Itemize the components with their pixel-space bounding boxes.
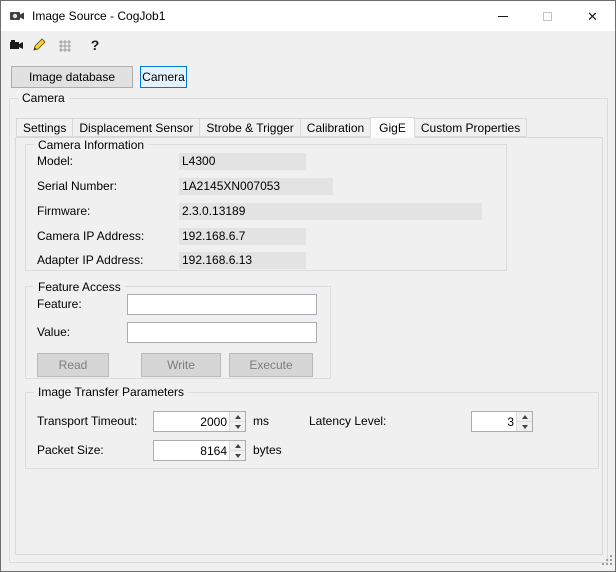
latency-level-down-button[interactable] [517, 421, 532, 431]
tab-gige[interactable]: GigE [370, 117, 415, 138]
minimize-icon [497, 15, 508, 17]
tab-strip: Settings Displacement Sensor Strobe & Tr… [16, 117, 528, 138]
transport-timeout-spinner [153, 411, 246, 432]
arrow-up-icon [521, 414, 528, 419]
latency-level-label: Latency Level: [309, 414, 387, 428]
model-label: Model: [37, 154, 74, 168]
camera-groupbox-label: Camera [18, 91, 69, 105]
resize-grip[interactable] [600, 553, 613, 569]
arrow-up-icon [234, 414, 241, 419]
image-transfer-label: Image Transfer Parameters [34, 385, 189, 399]
transport-timeout-arrows [229, 412, 245, 431]
toolbar-edit-button[interactable] [29, 35, 49, 55]
execute-button[interactable]: Execute [229, 353, 313, 377]
titlebar: Image Source - CogJob1 ✕ [1, 1, 615, 31]
feature-label: Feature: [37, 297, 82, 311]
tab-custom-properties[interactable]: Custom Properties [413, 118, 528, 137]
latency-level-spinner [471, 411, 533, 432]
camera-ip-value: 192.168.6.7 [179, 228, 306, 245]
tab-strobe-trigger[interactable]: Strobe & Trigger [199, 118, 301, 137]
arrow-down-icon [234, 453, 241, 458]
read-button[interactable]: Read [37, 353, 109, 377]
tab-displacement-sensor[interactable]: Displacement Sensor [72, 118, 201, 137]
packet-size-input[interactable] [154, 441, 229, 460]
transport-timeout-unit: ms [253, 414, 269, 428]
transport-timeout-input[interactable] [154, 412, 229, 431]
packet-size-label: Packet Size: [37, 443, 104, 457]
edit-pencil-icon [33, 38, 46, 51]
app-icon [9, 8, 25, 24]
packet-size-down-button[interactable] [230, 450, 245, 460]
packet-size-up-button[interactable] [230, 441, 245, 450]
value-input[interactable] [127, 322, 317, 343]
adapter-ip-label: Adapter IP Address: [37, 253, 144, 267]
model-value: L4300 [179, 153, 306, 170]
packet-size-spinner [153, 440, 246, 461]
value-label: Value: [37, 325, 71, 339]
window-controls: ✕ [480, 1, 615, 31]
help-icon: ? [90, 37, 100, 53]
calibration-grid-icon [59, 40, 71, 52]
serial-number-label: Serial Number: [37, 179, 118, 193]
image-source-window: Image Source - CogJob1 ✕ ? Image databas… [0, 0, 616, 572]
latency-level-arrows [516, 412, 532, 431]
image-database-button[interactable]: Image database [11, 66, 133, 88]
transport-timeout-up-button[interactable] [230, 412, 245, 421]
feature-access-label: Feature Access [34, 280, 125, 294]
toolbar-help-button[interactable]: ? [85, 35, 105, 55]
serial-number-value: 1A2145XN007053 [179, 178, 333, 195]
adapter-ip-value: 192.168.6.13 [179, 252, 306, 269]
tab-settings[interactable]: Settings [16, 118, 74, 137]
latency-level-input[interactable] [472, 412, 516, 431]
firmware-label: Firmware: [37, 204, 91, 218]
window-title: Image Source - CogJob1 [32, 9, 166, 23]
write-button[interactable]: Write [141, 353, 221, 377]
arrow-down-icon [521, 424, 528, 429]
tab-calibration[interactable]: Calibration [299, 118, 372, 137]
maximize-icon [543, 11, 552, 21]
feature-input[interactable] [127, 294, 317, 315]
toolbar: ? [1, 32, 615, 58]
arrow-up-icon [234, 443, 241, 448]
camera-ip-label: Camera IP Address: [37, 229, 145, 243]
camera-button[interactable]: Camera [140, 66, 187, 88]
firmware-value: 2.3.0.13189 [179, 203, 482, 220]
close-icon: ✕ [587, 8, 598, 24]
camera-app-icon [10, 12, 24, 20]
close-button[interactable]: ✕ [570, 1, 615, 31]
packet-size-unit: bytes [253, 443, 282, 457]
camera-information-label: Camera Information [34, 138, 149, 152]
maximize-button [525, 1, 570, 31]
transport-timeout-down-button[interactable] [230, 421, 245, 431]
packet-size-arrows [229, 441, 245, 460]
resize-grip-icon [602, 555, 612, 565]
camera-icon [10, 40, 23, 49]
toolbar-camera-button[interactable] [7, 35, 27, 55]
minimize-button[interactable] [480, 1, 525, 31]
latency-level-up-button[interactable] [517, 412, 532, 421]
transport-timeout-label: Transport Timeout: [37, 414, 138, 428]
arrow-down-icon [234, 424, 241, 429]
toolbar-grid-button [55, 35, 75, 55]
